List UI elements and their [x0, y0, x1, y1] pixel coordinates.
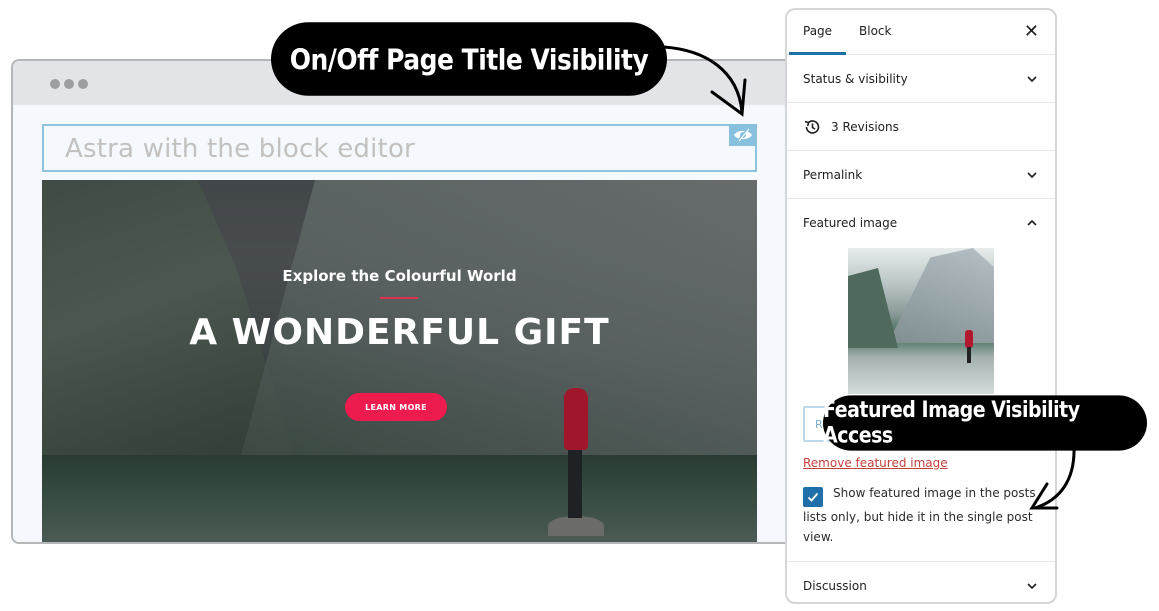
hero-subtitle: Explore the Colourful World — [282, 267, 517, 285]
history-icon — [804, 119, 820, 134]
chevron-down-icon — [1025, 168, 1039, 182]
editor-browser-window: Astra with the block editor Explore the … — [11, 59, 811, 544]
permalink-section: Permalink — [787, 151, 1055, 199]
page-title-text[interactable]: Astra with the block editor — [65, 134, 415, 164]
status-visibility-toggle[interactable]: Status & visibility — [787, 55, 1055, 102]
section-label: Featured image — [803, 215, 898, 230]
window-dot — [50, 79, 60, 89]
hero-title: A WONDERFUL GIFT — [189, 312, 610, 353]
revisions-label: 3 Revisions — [831, 119, 899, 134]
discussion-toggle[interactable]: Discussion — [787, 562, 1055, 602]
featured-image-visibility-option: Show featured image in the posts lists o… — [803, 483, 1039, 547]
permalink-toggle[interactable]: Permalink — [787, 151, 1055, 198]
hero-cover-block[interactable]: Explore the Colourful World A WONDERFUL … — [42, 180, 757, 542]
checkmark-icon — [807, 492, 819, 502]
window-dot — [78, 79, 88, 89]
featured-image-thumbnail[interactable] — [848, 248, 994, 394]
revisions-link[interactable]: 3 Revisions — [787, 103, 1055, 150]
window-dots — [50, 79, 88, 89]
status-visibility-section: Status & visibility — [787, 55, 1055, 103]
learn-more-button[interactable]: LEARN MORE — [345, 393, 447, 421]
title-visibility-callout: On/Off Page Title Visibility — [271, 22, 667, 96]
callout-text: Featured Image Visibility Access — [823, 397, 1080, 449]
callout-text: On/Off Page Title Visibility — [289, 42, 649, 76]
hero-background-lake — [42, 455, 757, 542]
remove-featured-image-link[interactable]: Remove featured image — [803, 456, 948, 470]
hero-background-person — [548, 388, 604, 536]
tab-page[interactable]: Page — [803, 24, 832, 38]
chevron-down-icon — [1025, 72, 1039, 86]
revisions-section: 3 Revisions — [787, 103, 1055, 151]
title-visibility-toggle[interactable] — [729, 124, 757, 146]
section-label: Permalink — [803, 167, 863, 182]
chevron-down-icon — [1025, 579, 1039, 593]
featured-image-section: Featured image Replace Remove featured i… — [787, 199, 1055, 562]
section-label: Status & visibility — [803, 71, 908, 86]
sidebar-tabs: Page Block ✕ — [787, 10, 1055, 55]
featured-visibility-callout: Featured Image Visibility Access — [823, 395, 1147, 451]
window-dot — [64, 79, 74, 89]
eye-slash-icon — [734, 128, 752, 142]
close-icon[interactable]: ✕ — [1024, 21, 1039, 42]
checkbox-label: Show featured image in the posts lists o… — [803, 486, 1036, 544]
tab-block[interactable]: Block — [859, 24, 891, 38]
settings-sidebar: Page Block ✕ Status & visibility 3 Revis… — [785, 8, 1057, 604]
chevron-up-icon — [1025, 216, 1039, 230]
discussion-section: Discussion — [787, 562, 1055, 602]
hero-divider — [380, 297, 418, 299]
section-label: Discussion — [803, 578, 867, 593]
page-title-input[interactable]: Astra with the block editor — [42, 124, 757, 172]
featured-image-visibility-checkbox[interactable] — [803, 487, 823, 507]
featured-image-toggle[interactable]: Featured image — [787, 199, 1055, 246]
